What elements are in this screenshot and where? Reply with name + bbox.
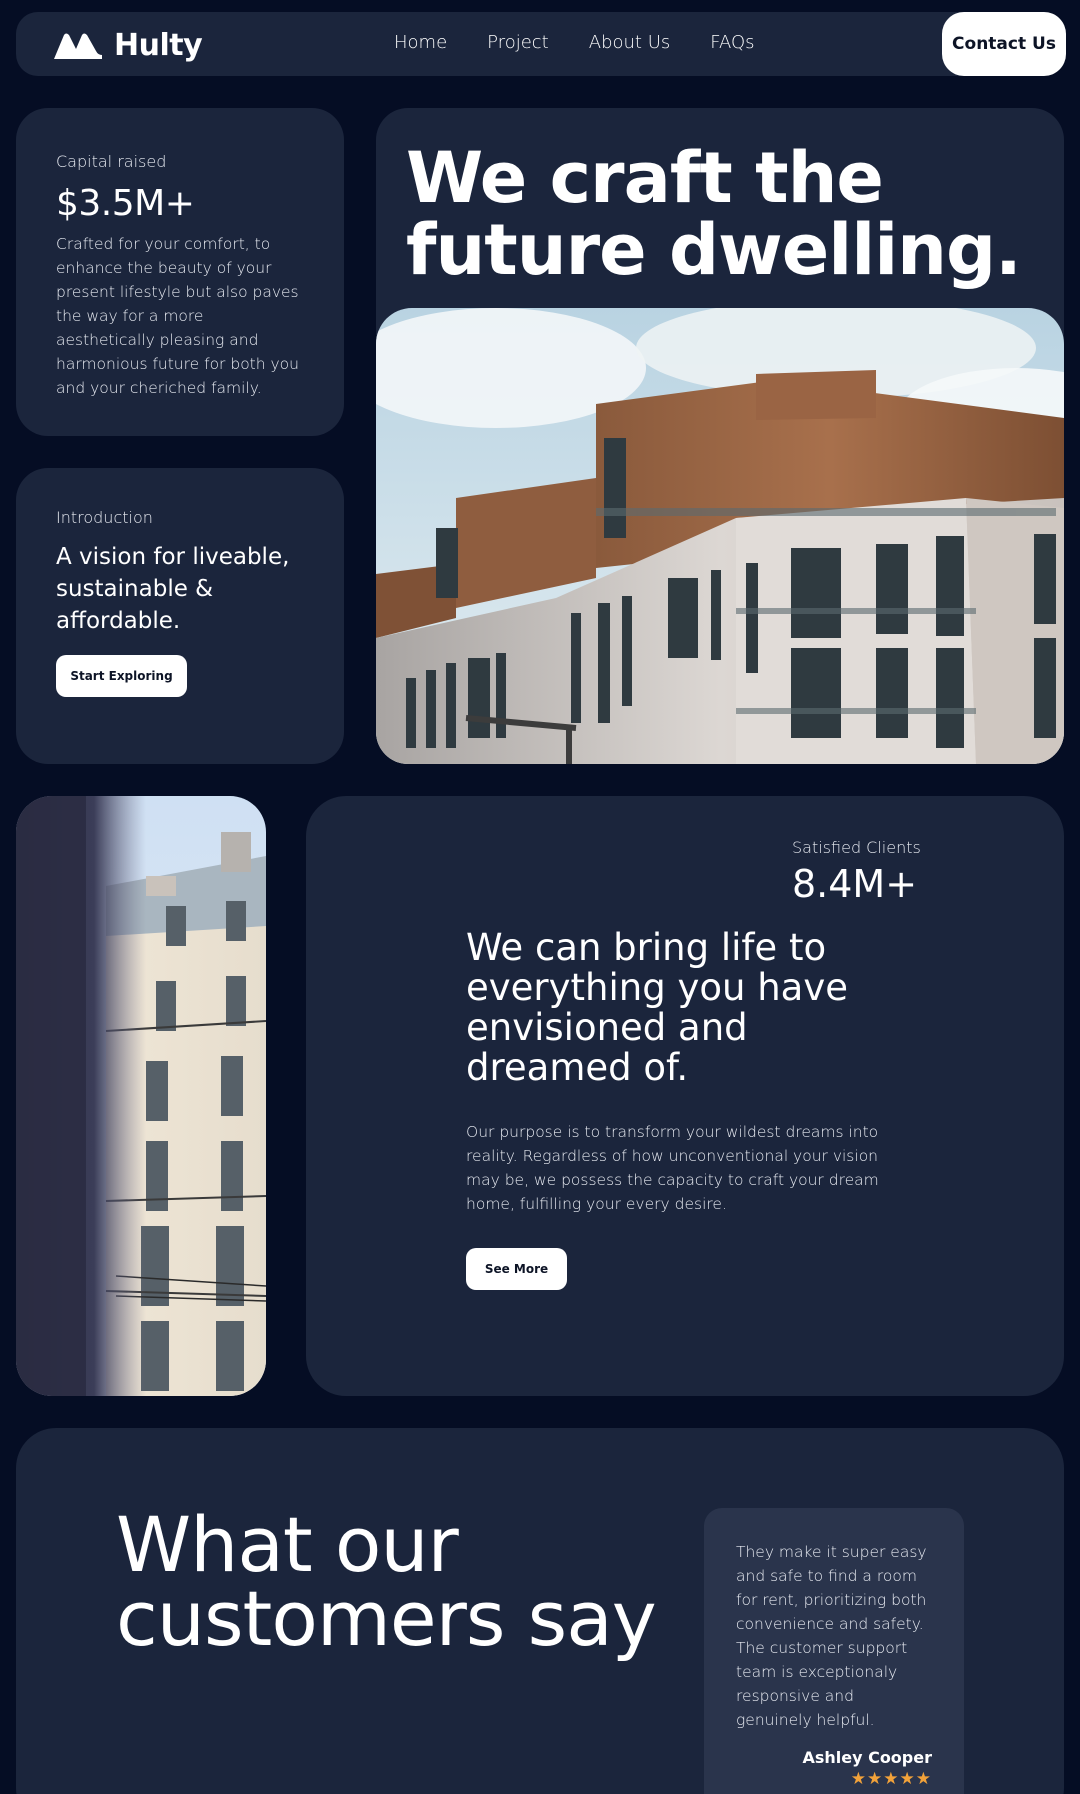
nav-link-about-us[interactable]: About Us xyxy=(589,32,671,53)
intro-title: A vision for liveable, sustainable & aff… xyxy=(56,544,290,634)
intro-label: Introduction xyxy=(56,508,153,527)
parisian-building-image xyxy=(16,796,266,1396)
nav-link-project[interactable]: Project xyxy=(487,32,549,53)
capital-description: Crafted for your comfort, to enhance the… xyxy=(56,235,299,397)
testimonials-title: What our customers say xyxy=(116,1500,657,1663)
mission-title: We can bring life to everything you have… xyxy=(466,926,848,1089)
hero-card: We craft the future dwelling. xyxy=(376,108,1064,764)
capital-value: $3.5M+ xyxy=(56,183,195,224)
clients-label: Satisfied Clients xyxy=(792,838,921,857)
brand-name: Hulty xyxy=(114,28,203,63)
testimonials-section: What our customers say They make it supe… xyxy=(16,1428,1064,1794)
star-rating-icon: ★★★★★ xyxy=(850,1769,932,1789)
mission-description: Our purpose is to transform your wildest… xyxy=(466,1123,879,1213)
review-text: They make it super easy and safe to find… xyxy=(736,1543,927,1729)
hero-building-image xyxy=(376,308,1064,764)
start-exploring-button[interactable]: Start Exploring xyxy=(56,655,187,697)
capital-card: Capital raised $3.5M+ Crafted for your c… xyxy=(16,108,344,436)
clients-value: 8.4M+ xyxy=(792,862,918,906)
review-card: They make it super easy and safe to find… xyxy=(704,1508,964,1794)
mission-card: Satisfied Clients 8.4M+ We can bring lif… xyxy=(306,796,1064,1396)
nav-link-home[interactable]: Home xyxy=(394,32,447,53)
top-nav: Hulty Home Project About Us FAQs Contact… xyxy=(16,12,1066,76)
see-more-button[interactable]: See More xyxy=(466,1248,567,1290)
capital-label: Capital raised xyxy=(56,152,167,171)
introduction-card: Introduction A vision for liveable, sust… xyxy=(16,468,344,764)
nav-links: Home Project About Us FAQs xyxy=(394,32,795,53)
review-author: Ashley Cooper xyxy=(802,1748,932,1767)
brand-logo[interactable]: Hulty xyxy=(52,28,203,63)
nav-link-faqs[interactable]: FAQs xyxy=(710,32,754,53)
contact-us-button[interactable]: Contact Us xyxy=(942,12,1066,76)
hulty-logo-icon xyxy=(54,33,102,59)
hero-title: We craft the future dwelling. xyxy=(406,137,1022,291)
